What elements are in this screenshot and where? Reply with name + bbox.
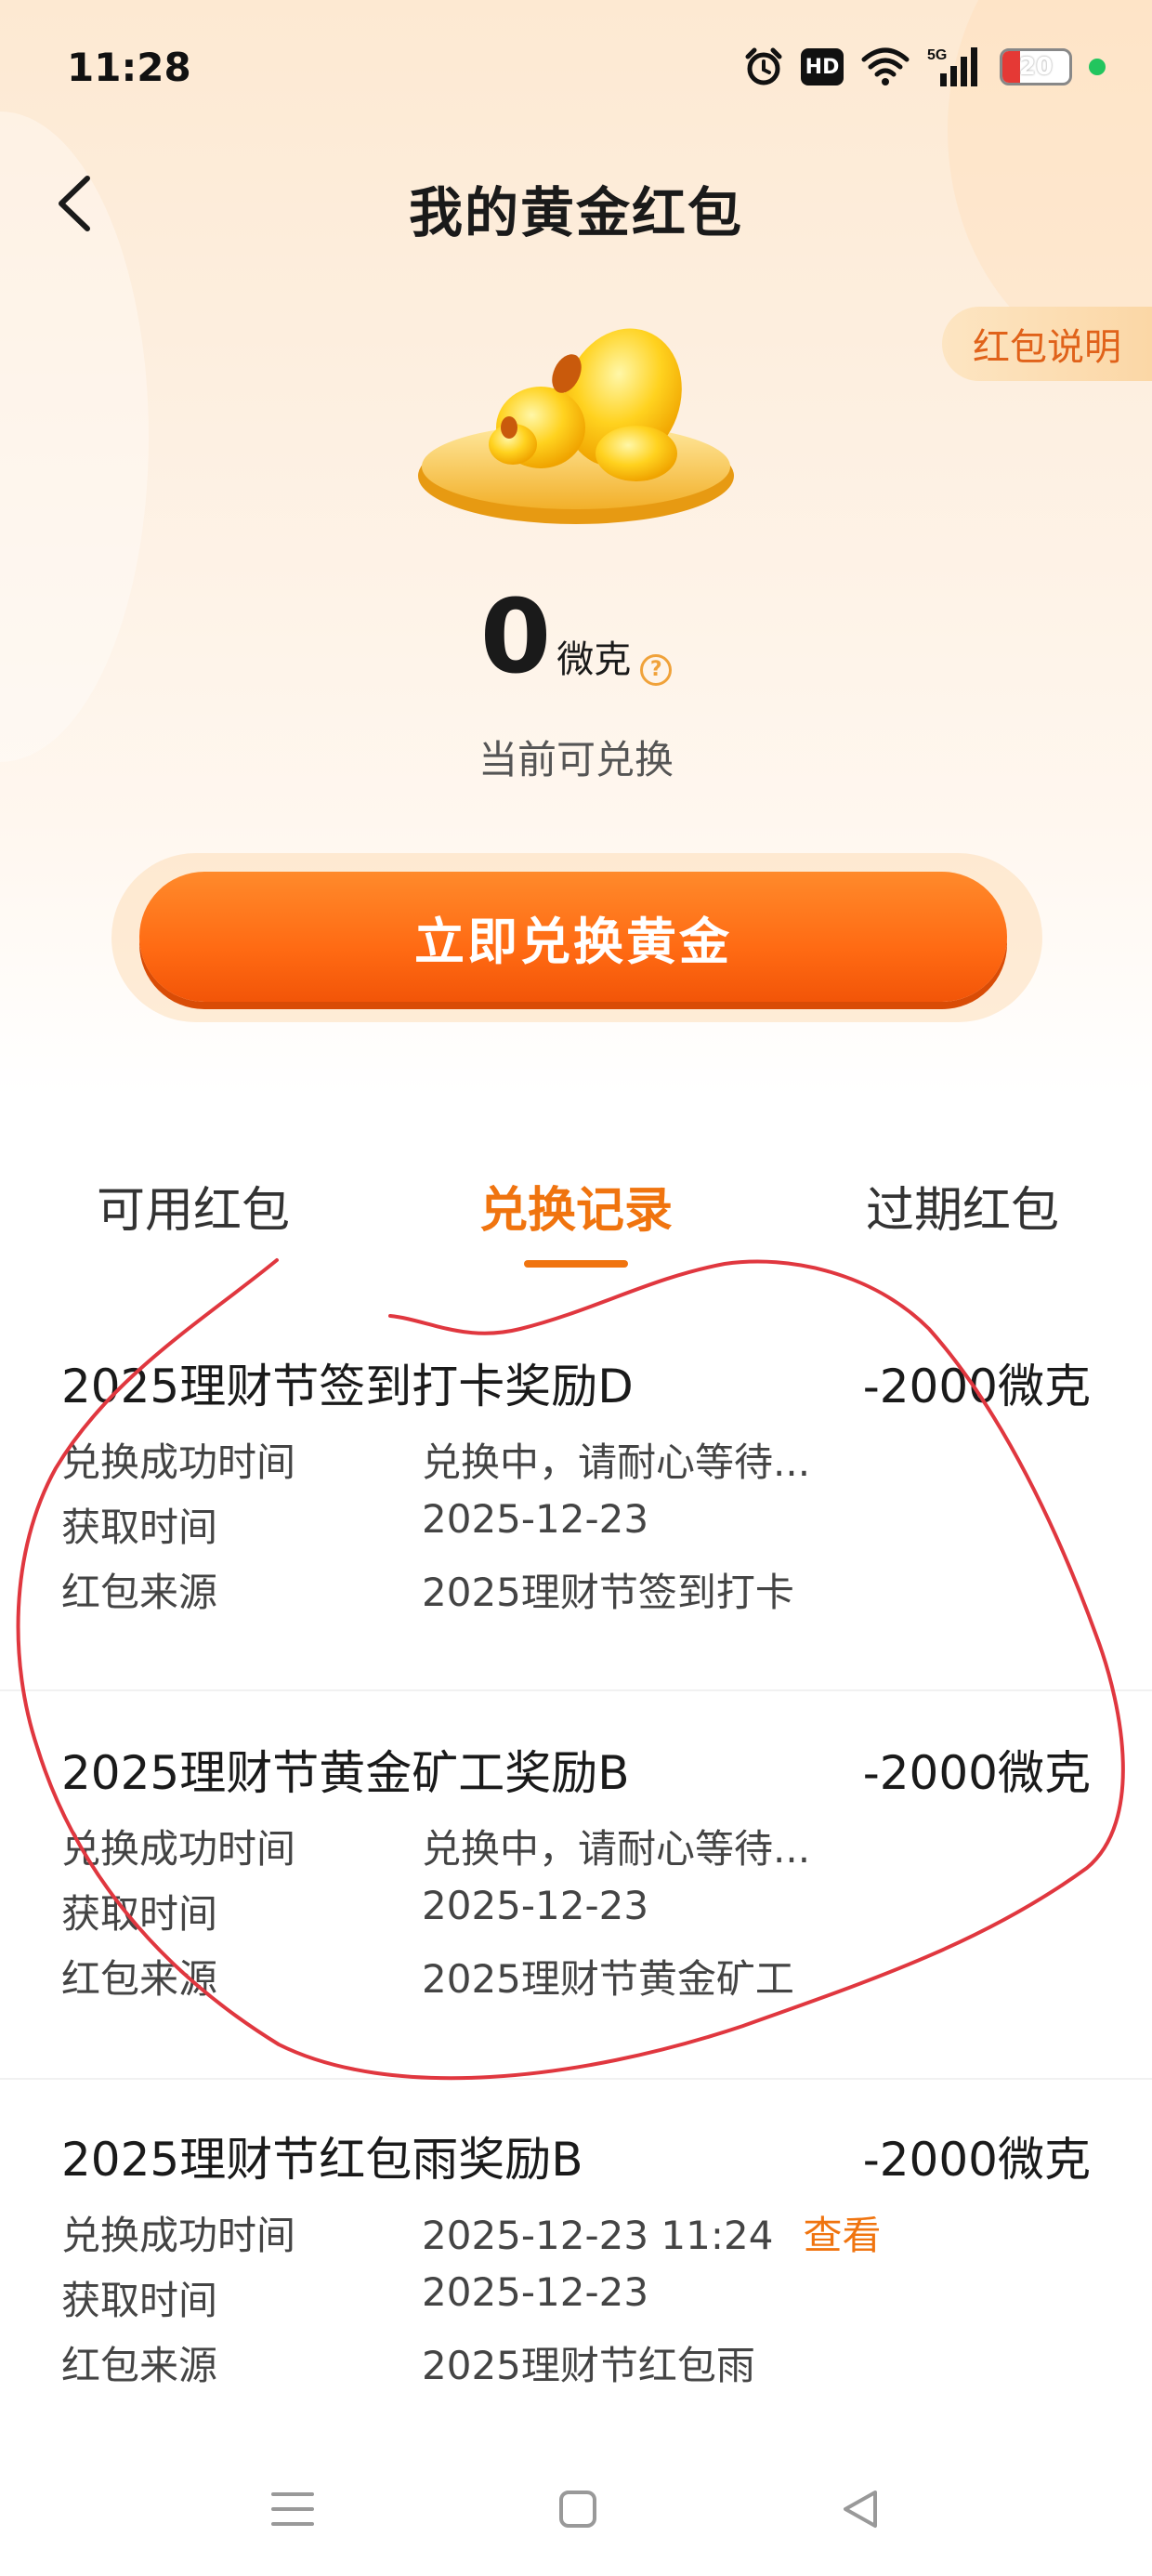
page-title: 我的黄金红包 <box>408 181 743 244</box>
gold-nugget-illustration <box>409 316 743 539</box>
redeem-button-halo: 立即兑换黄金 <box>111 853 1042 1022</box>
privacy-indicator-dot <box>1089 59 1106 75</box>
row-label: 红包来源 <box>61 2343 218 2388</box>
system-nav-bar <box>0 2444 1152 2576</box>
row-value: 2025理财节黄金矿工 <box>422 1956 794 2002</box>
record-amount: -2000微克 <box>862 2133 1091 2187</box>
alarm-icon <box>743 46 784 87</box>
row-label: 获取时间 <box>61 1505 218 1550</box>
signal-icon: 5G <box>927 46 983 88</box>
status-bar: 11:28 HD 5G 20 <box>0 0 1152 139</box>
record-amount: -2000微克 <box>862 1746 1091 1800</box>
back-triangle-icon[interactable] <box>823 2472 897 2546</box>
tab-redeem-history[interactable]: 兑换记录 <box>427 1171 725 1241</box>
network-label: 5G <box>927 47 947 63</box>
battery-level: 20 <box>1018 53 1054 81</box>
row-label: 兑换成功时间 <box>61 1826 296 1872</box>
status-time: 11:28 <box>67 45 191 90</box>
row-label: 获取时间 <box>61 1891 218 1937</box>
row-value: 2025理财节红包雨 <box>422 2343 755 2388</box>
row-value: 2025-12-23 <box>422 1496 649 1542</box>
row-value: 2025-12-23 <box>422 2269 649 2315</box>
hd-icon: HD <box>801 48 844 85</box>
question-circle-icon[interactable]: ? <box>640 653 673 686</box>
row-label: 红包来源 <box>61 1956 218 2002</box>
row-value: 兑换中，请耐心等待... <box>422 1439 811 1485</box>
home-square-icon[interactable] <box>541 2472 615 2546</box>
redeem-gold-button[interactable]: 立即兑换黄金 <box>139 872 1007 1002</box>
row-label: 兑换成功时间 <box>61 1439 296 1485</box>
row-label: 获取时间 <box>61 2278 218 2323</box>
active-tab-indicator <box>524 1260 628 1268</box>
record-title: 2025理财节红包雨奖励B <box>61 2133 583 2187</box>
row-label: 兑换成功时间 <box>61 2213 296 2258</box>
divider <box>0 1689 1152 1691</box>
record-title: 2025理财节黄金矿工奖励B <box>61 1746 630 1800</box>
row-value: 2025理财节签到打卡 <box>422 1570 794 1615</box>
rules-link[interactable]: 红包说明 <box>942 307 1152 381</box>
record-amount: -2000微克 <box>862 1360 1091 1413</box>
row-label: 红包来源 <box>61 1570 218 1615</box>
tab-available[interactable]: 可用红包 <box>45 1171 342 1241</box>
view-link[interactable]: 查看 <box>803 2213 881 2258</box>
redeem-time: 2025-12-23 11:24 <box>422 2213 774 2258</box>
tab-expired[interactable]: 过期红包 <box>814 1171 1111 1241</box>
battery-icon: 20 <box>1000 48 1072 85</box>
status-icons: HD 5G 20 <box>743 41 1106 93</box>
row-value: 2025-12-23 <box>422 1883 649 1928</box>
divider <box>0 2078 1152 2080</box>
balance-display: 0 微克 ? <box>0 585 1152 688</box>
balance-unit: 微克 <box>556 638 632 681</box>
row-value: 2025-12-23 11:24 查看 <box>422 2204 882 2261</box>
row-value: 兑换中，请耐心等待... <box>422 1826 811 1872</box>
wifi-icon <box>860 46 910 87</box>
balance-caption: 当前可兑换 <box>478 737 674 782</box>
balance-value: 0 <box>479 577 552 696</box>
record-tabs: 可用红包 兑换记录 过期红包 <box>0 1171 1152 1273</box>
record-title: 2025理财节签到打卡奖励D <box>61 1360 634 1413</box>
menu-icon[interactable] <box>255 2472 330 2546</box>
